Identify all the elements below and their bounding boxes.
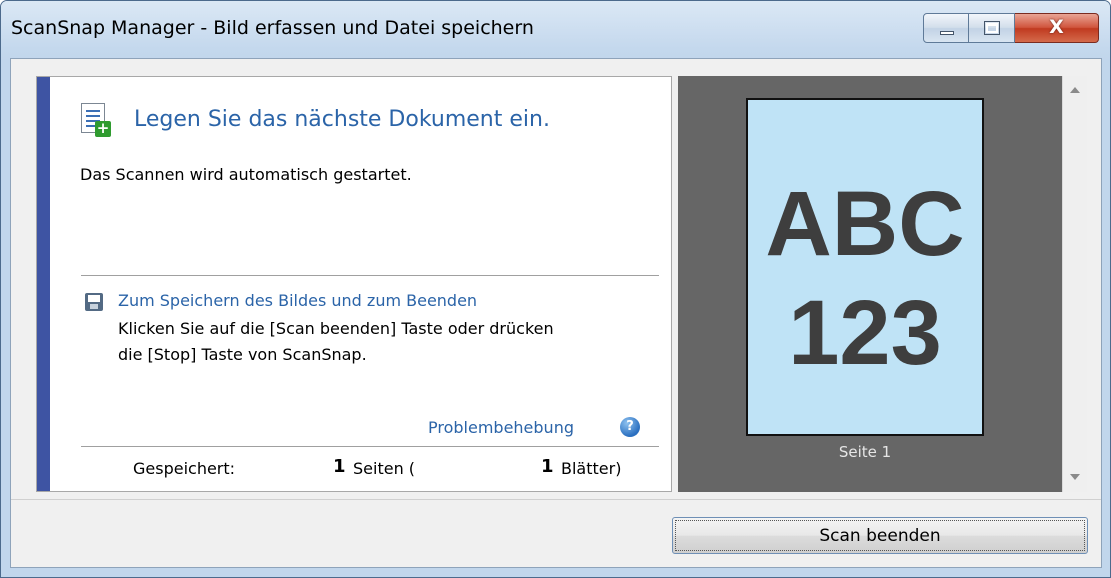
save-section-title: Zum Speichern des Bildes und zum Beenden — [118, 291, 478, 310]
dialog-client-area: + Legen Sie das nächste Dokument ein. Da… — [10, 58, 1102, 568]
thumbnail-text-line2: 123 — [788, 282, 942, 384]
plus-icon: + — [95, 119, 111, 137]
sheets-unit: Blätter) — [561, 459, 622, 478]
instruction-heading: Legen Sie das nächste Dokument ein. — [134, 107, 550, 132]
page-thumbnail[interactable]: ABC 123 — [746, 98, 984, 436]
pages-unit: Seiten ( — [353, 459, 416, 478]
scan-preview-pane: ABC 123 Seite 1 — [678, 76, 1062, 492]
preview-scrollbar[interactable] — [1062, 76, 1087, 492]
save-instruction-line2: die [Stop] Taste von ScanSnap. — [118, 345, 367, 364]
instruction-subtext: Das Scannen wird automatisch gestartet. — [80, 165, 412, 184]
accent-bar — [37, 77, 50, 491]
help-icon[interactable]: ? — [620, 417, 640, 437]
minimize-button[interactable] — [923, 13, 969, 43]
instruction-panel: + Legen Sie das nächste Dokument ein. Da… — [36, 76, 672, 492]
close-icon: X — [1049, 16, 1064, 38]
divider — [81, 446, 659, 447]
maximize-icon — [984, 21, 1000, 35]
footer-divider — [11, 499, 1101, 500]
floppy-disk-icon — [85, 293, 103, 311]
close-button[interactable]: X — [1015, 13, 1099, 43]
scroll-down-icon[interactable] — [1070, 474, 1080, 480]
pages-count: 1 — [333, 456, 346, 477]
sheets-count: 1 — [541, 456, 554, 477]
scan-end-button[interactable]: Scan beenden — [672, 517, 1088, 554]
window-title: ScanSnap Manager - Bild erfassen und Dat… — [11, 17, 534, 39]
thumbnail-text-line1: ABC — [765, 173, 965, 275]
divider — [81, 275, 659, 276]
troubleshooting-link[interactable]: Problembehebung — [428, 418, 574, 437]
save-instruction-line1: Klicken Sie auf die [Scan beenden] Taste… — [118, 319, 554, 338]
scroll-up-icon[interactable] — [1070, 87, 1080, 93]
maximize-button[interactable] — [969, 13, 1015, 43]
scansnap-window: ScanSnap Manager - Bild erfassen und Dat… — [0, 0, 1111, 578]
page-caption: Seite 1 — [838, 443, 892, 461]
title-bar[interactable]: ScanSnap Manager - Bild erfassen und Dat… — [1, 1, 1110, 49]
minimize-icon — [940, 31, 954, 35]
saved-label: Gespeichert: — [133, 459, 236, 478]
